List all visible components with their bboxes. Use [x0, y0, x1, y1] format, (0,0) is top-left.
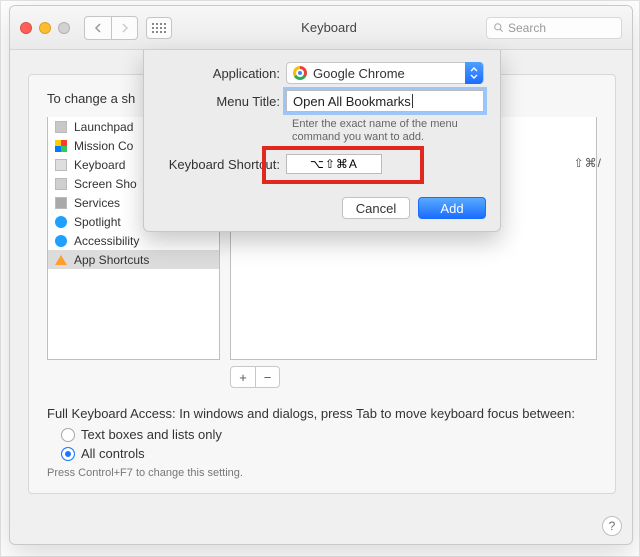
add-button[interactable]: Add	[418, 197, 486, 219]
accessibility-icon	[54, 234, 68, 248]
sidebar-item-label: App Shortcuts	[74, 253, 149, 267]
cancel-button[interactable]: Cancel	[342, 197, 410, 219]
sidebar-item-accessibility[interactable]: Accessibility	[48, 231, 219, 250]
keyboard-icon	[54, 158, 68, 172]
minimize-window-button[interactable]	[39, 22, 51, 34]
chevron-updown-icon	[465, 62, 483, 84]
sidebar-item-label: Launchpad	[74, 120, 133, 134]
zoom-window-button	[58, 22, 70, 34]
add-shortcut-button[interactable]: +	[231, 367, 255, 387]
keyboard-shortcut-input[interactable]: ⌥⇧⌘A	[286, 154, 382, 174]
add-remove-control: + −	[230, 366, 280, 388]
mission-control-icon	[54, 139, 68, 153]
radio-icon	[61, 447, 75, 461]
sidebar-item-app-shortcuts[interactable]: App Shortcuts	[48, 250, 219, 269]
search-field[interactable]: Search	[486, 17, 622, 39]
screenshots-icon	[54, 177, 68, 191]
nav-buttons	[84, 16, 138, 40]
full-keyboard-access-hint: Press Control+F7 to change this setting.	[47, 467, 597, 479]
window-title: Keyboard	[180, 20, 478, 35]
sidebar-item-label: Keyboard	[74, 158, 125, 172]
sidebar-item-label: Spotlight	[74, 215, 121, 229]
services-icon	[54, 196, 68, 210]
forward-button[interactable]	[111, 17, 137, 39]
remove-shortcut-button[interactable]: −	[255, 367, 279, 387]
titlebar: Keyboard Search	[10, 6, 632, 50]
close-window-button[interactable]	[20, 22, 32, 34]
search-icon	[493, 22, 504, 33]
existing-shortcut-display: ⇧⌘/	[574, 156, 602, 170]
sidebar-item-label: Accessibility	[74, 234, 139, 248]
chrome-icon	[293, 66, 307, 80]
grid-icon	[152, 23, 166, 33]
sidebar-item-label: Services	[74, 196, 120, 210]
radio-icon	[61, 428, 75, 442]
full-keyboard-access-label: Full Keyboard Access: In windows and dia…	[47, 406, 597, 421]
app-shortcuts-icon	[54, 253, 68, 267]
sidebar-item-label: Screen Sho	[74, 177, 137, 191]
menu-title-input[interactable]: Open All Bookmarks	[286, 90, 484, 112]
radio-text-boxes-only[interactable]: Text boxes and lists only	[61, 427, 597, 442]
menu-title-hint: Enter the exact name of the menu command…	[292, 118, 484, 144]
application-label: Application:	[160, 66, 286, 81]
show-all-button[interactable]	[146, 17, 172, 39]
sidebar-item-label: Mission Co	[74, 139, 133, 153]
menu-title-label: Menu Title:	[160, 94, 286, 109]
radio-all-controls[interactable]: All controls	[61, 446, 597, 461]
launchpad-icon	[54, 120, 68, 134]
search-placeholder: Search	[508, 21, 546, 35]
add-shortcut-sheet: Application: Google Chrome Menu Title: O…	[143, 50, 501, 232]
help-button[interactable]: ?	[602, 516, 622, 536]
keyboard-shortcut-label: Keyboard Shortcut:	[160, 157, 286, 172]
application-popup[interactable]: Google Chrome	[286, 62, 484, 84]
back-button[interactable]	[85, 17, 111, 39]
preferences-window: Keyboard Search To change a sh eys. Laun…	[9, 5, 633, 545]
spotlight-icon	[54, 215, 68, 229]
window-controls	[20, 22, 70, 34]
